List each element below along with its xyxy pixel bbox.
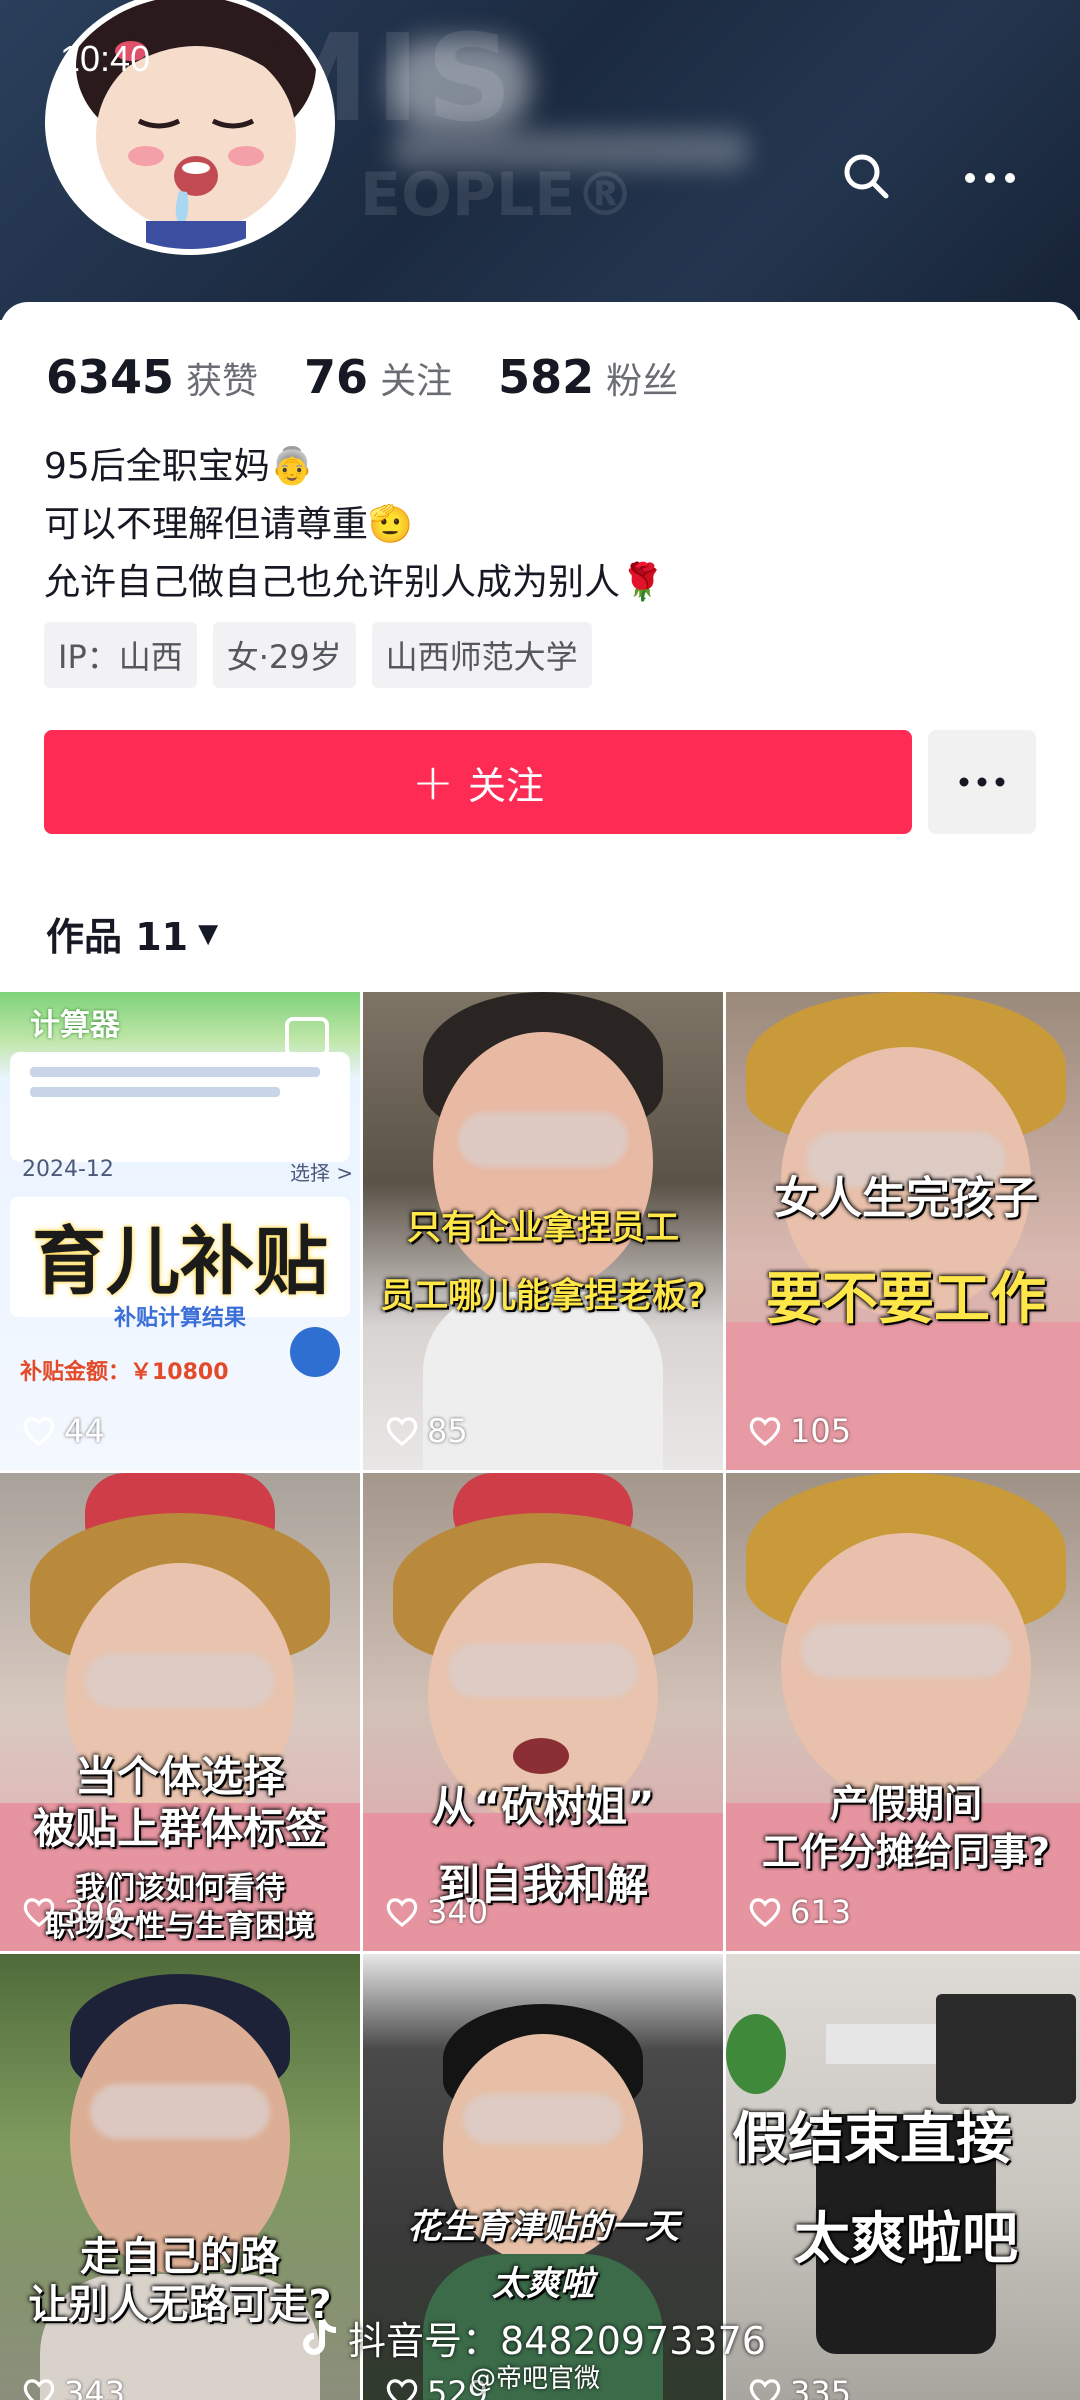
tab-works[interactable]: 作品 11 ▼ <box>46 906 218 961</box>
post-likes: 44 <box>22 1412 105 1450</box>
heart-icon <box>23 2379 55 2400</box>
bio-line: 允许自己做自己也允许别人成为别人🌹 <box>44 562 665 603</box>
heart-icon <box>23 1417 55 1446</box>
post-likes-count: 340 <box>427 1893 489 1931</box>
blurred-name <box>390 40 530 130</box>
calc-amount: 补贴金额：￥10800 <box>20 1360 229 1385</box>
follow-button-label: 关注 <box>467 763 544 808</box>
monitor <box>936 1994 1076 2104</box>
stat-following[interactable]: 76 关注 <box>304 350 452 404</box>
post-caption-line: 产假期间 <box>829 1782 982 1826</box>
post-thumbnail[interactable]: 产假期间 工作分摊给同事? 613 <box>726 1473 1080 1951</box>
follow-button[interactable]: + 关注 <box>44 730 912 834</box>
more-options-icon[interactable] <box>958 158 1022 198</box>
post-likes-count: 335 <box>790 2374 852 2400</box>
status-time: 10:40 <box>60 38 151 79</box>
post-thumbnail[interactable]: 计算器 2024-12 选择 > 育儿补贴 补贴计算结果 补贴金额：￥10800… <box>0 992 360 1470</box>
subsidy-badge-icon <box>290 1327 340 1377</box>
post-thumbnail[interactable]: 从“砍树姐” 到自我和解 340 <box>363 1473 723 1951</box>
profile-banner: MIS EOPLE® 10:40 <box>0 0 1080 320</box>
calc-title: 计算器 <box>30 1008 120 1043</box>
post-caption-line: 从“砍树姐” <box>431 1782 655 1831</box>
stat-likes[interactable]: 6345 获赞 <box>46 350 258 404</box>
plant <box>726 2014 786 2094</box>
post-likes: 306 <box>22 1893 125 1931</box>
stat-following-value: 76 <box>304 350 369 404</box>
stat-followers-label: 粉丝 <box>606 361 679 402</box>
tab-works-label: 作品 11 <box>46 915 189 959</box>
post-likes: 340 <box>385 1893 488 1931</box>
douyin-logo-icon <box>303 2318 337 2355</box>
heart-icon <box>749 1417 781 1446</box>
post-likes: 343 <box>22 2374 125 2400</box>
post-thumbnail[interactable]: 假结束直接 太爽啦吧 335 <box>726 1954 1080 2400</box>
douyin-id: 抖音号：84820973376 <box>348 2319 766 2363</box>
calc-headline: 育儿补贴 <box>32 1219 328 1305</box>
search-icon[interactable] <box>838 148 894 204</box>
calc-date: 2024-12 <box>22 1157 114 1182</box>
post-thumbnail[interactable]: 女人生完孩子 要不要工作 105 <box>726 992 1080 1470</box>
printer <box>826 2024 936 2064</box>
post-caption-line: 太爽啦吧 <box>794 2207 1018 2272</box>
heart-icon <box>23 1898 55 1927</box>
more-dots-icon <box>959 777 1005 787</box>
multi-image-icon <box>285 1017 329 1057</box>
tag-school[interactable]: 山西师范大学 <box>371 622 592 688</box>
post-caption-line: 花生育津贴的一天 <box>407 2207 679 2247</box>
caret-down-icon: ▼ <box>198 918 219 949</box>
heart-icon <box>386 2379 418 2400</box>
post-caption-line: 员工哪儿能拿捏老板? <box>380 1276 706 1316</box>
post-likes-count: 105 <box>790 1412 852 1450</box>
back-icon[interactable] <box>68 150 108 200</box>
bio-line: 可以不理解但请尊重🫡 <box>44 504 413 545</box>
douyin-watermark: 抖音号：84820973376 <box>300 2310 766 2365</box>
post-likes-count: 85 <box>427 1412 468 1450</box>
heart-icon <box>749 2379 781 2400</box>
post-caption-line: 要不要工作 <box>766 1267 1046 1332</box>
stat-followers[interactable]: 582 粉丝 <box>498 350 678 404</box>
post-likes-count: 343 <box>64 2374 126 2400</box>
stat-following-label: 关注 <box>380 361 453 402</box>
calc-subtitle: 补贴计算结果 <box>113 1306 246 1331</box>
post-thumbnail[interactable]: 当个体选择 被贴上群体标签 我们该如何看待 职场女性与生育困境 306 <box>0 1473 360 1951</box>
profile-bio: 95后全职宝妈👵 可以不理解但请尊重🫡 允许自己做自己也允许别人成为别人🌹 <box>44 438 665 612</box>
tag-ip: IP：山西 <box>44 622 197 688</box>
post-likes: 105 <box>748 1412 851 1450</box>
tag-gender-age: 女·29岁 <box>212 622 356 688</box>
banner-graphic-2: EOPLE® <box>360 160 636 230</box>
post-caption-line: 工作分摊给同事? <box>761 1830 1051 1874</box>
post-caption-line: 只有企业拿捏员工 <box>407 1208 679 1248</box>
post-thumbnail[interactable]: 只有企业拿捏员工 员工哪儿能拿捏老板? 85 <box>363 992 723 1470</box>
post-caption-line: 被贴上群体标签 <box>32 1804 327 1853</box>
post-caption-line: 太爽啦 <box>492 2264 594 2304</box>
posts-grid: 计算器 2024-12 选择 > 育儿补贴 补贴计算结果 补贴金额：￥10800… <box>0 992 1080 2400</box>
post-likes: 85 <box>385 1412 468 1450</box>
more-actions-button[interactable] <box>928 730 1036 834</box>
stat-followers-value: 582 <box>498 350 595 404</box>
post-likes-count: 44 <box>64 1412 105 1450</box>
heart-icon <box>386 1417 418 1446</box>
stat-likes-value: 6345 <box>46 350 175 404</box>
profile-tags: IP：山西 女·29岁 山西师范大学 <box>44 622 608 688</box>
heart-icon <box>749 1898 781 1927</box>
calc-select: 选择 > <box>290 1161 354 1185</box>
stat-likes-label: 获赞 <box>186 361 259 402</box>
post-caption-line: 假结束直接 <box>732 2107 1012 2172</box>
post-caption-line: 女人生完孩子 <box>774 1173 1038 1224</box>
weibo-watermark: @帝吧官微 <box>470 2364 601 2394</box>
bio-line: 95后全职宝妈👵 <box>44 446 315 487</box>
heart-icon <box>386 1898 418 1927</box>
post-likes: 613 <box>748 1893 851 1931</box>
plus-icon: + <box>412 753 454 811</box>
profile-stats: 6345 获赞 76 关注 582 粉丝 <box>46 350 724 404</box>
post-likes: 335 <box>748 2374 851 2400</box>
post-likes-count: 306 <box>64 1893 126 1931</box>
post-likes-count: 613 <box>790 1893 852 1931</box>
blurred-id <box>390 130 750 170</box>
